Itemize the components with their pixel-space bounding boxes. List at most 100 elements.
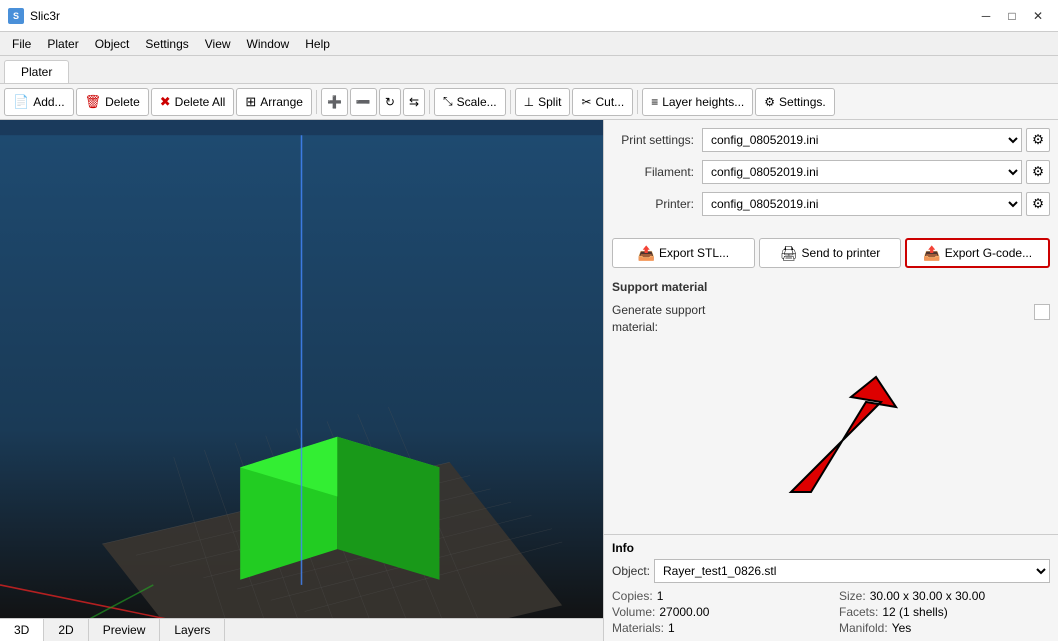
rotate-button[interactable]: ↻ — [379, 88, 401, 116]
send-to-printer-button[interactable]: 🖨 Send to printer — [759, 238, 902, 268]
info-volume-value: 27000.00 — [659, 605, 709, 619]
main-content: 3D 2D Preview Layers Print settings: con… — [0, 120, 1058, 641]
menu-object[interactable]: Object — [87, 35, 138, 53]
gear-icon-filament: ⚙ — [1032, 164, 1044, 180]
rotate2-icon: ⇆ — [409, 95, 419, 109]
info-manifold-row: Manifold: Yes — [839, 621, 1050, 635]
menu-plater[interactable]: Plater — [39, 35, 86, 53]
viewport-container[interactable]: 3D 2D Preview Layers — [0, 120, 603, 641]
settings-button[interactable]: ⚙ Settings. — [755, 88, 834, 116]
cut-icon: ✂ — [581, 95, 591, 109]
minimize-button[interactable]: ─ — [974, 6, 998, 26]
delete-all-icon: ✖ — [160, 94, 171, 110]
filament-dropdown: config_08052019.ini ⚙ — [702, 160, 1050, 184]
delete-button[interactable]: 🗑 Delete — [76, 88, 149, 116]
add-icon: 📄 — [13, 94, 29, 110]
arrange-button[interactable]: ⊞ Arrange — [236, 88, 312, 116]
filament-select[interactable]: config_08052019.ini — [702, 160, 1022, 184]
info-materials-label: Materials: — [612, 621, 664, 635]
export-stl-icon: 📤 — [638, 245, 655, 262]
export-stl-button[interactable]: 📤 Export STL... — [612, 238, 755, 268]
filament-row: Filament: config_08052019.ini ⚙ — [612, 160, 1050, 184]
rotate-icon: ↻ — [385, 95, 395, 109]
info-object-select[interactable]: Rayer_test1_0826.stl — [654, 559, 1050, 583]
tab-bar: Plater — [0, 56, 1058, 84]
viewport-tab-2d[interactable]: 2D — [44, 619, 88, 641]
generate-support-label: Generate supportmaterial: — [612, 302, 1034, 336]
scale-icon: ⤡ — [443, 94, 453, 109]
window-controls: ─ □ ✕ — [974, 6, 1050, 26]
layer-heights-button[interactable]: ≡ Layer heights... — [642, 88, 753, 116]
print-settings-dropdown: config_08052019.ini ⚙ — [702, 128, 1050, 152]
info-materials-value: 1 — [668, 621, 675, 635]
printer-row: Printer: config_08052019.ini ⚙ — [612, 192, 1050, 216]
info-facets-value: 12 (1 shells) — [882, 605, 947, 619]
layer-heights-icon: ≡ — [651, 95, 658, 109]
info-copies-row: Copies: 1 — [612, 589, 823, 603]
export-gcode-button[interactable]: 📤 Export G-code... — [905, 238, 1050, 268]
info-manifold-label: Manifold: — [839, 621, 888, 635]
info-section: Info Object: Rayer_test1_0826.stl Copies… — [604, 534, 1058, 641]
info-size-value: 30.00 x 30.00 x 30.00 — [870, 589, 985, 603]
menu-help[interactable]: Help — [297, 35, 338, 53]
printer-gear[interactable]: ⚙ — [1026, 192, 1050, 216]
app-icon: S — [8, 8, 24, 24]
info-copies-value: 1 — [657, 589, 664, 603]
toolbar-separator-3 — [510, 90, 511, 114]
tab-plater[interactable]: Plater — [4, 60, 69, 83]
right-panel: Print settings: config_08052019.ini ⚙ Fi… — [603, 120, 1058, 641]
info-volume-row: Volume: 27000.00 — [612, 605, 823, 619]
info-details: Copies: 1 Size: 30.00 x 30.00 x 30.00 Vo… — [612, 589, 1050, 635]
menu-bar: File Plater Object Settings View Window … — [0, 32, 1058, 56]
rotate2-button[interactable]: ⇆ — [403, 88, 425, 116]
settings-icon: ⚙ — [764, 95, 775, 109]
maximize-button[interactable]: □ — [1000, 6, 1024, 26]
export-gcode-icon: 📤 — [923, 245, 940, 262]
printer-dropdown: config_08052019.ini ⚙ — [702, 192, 1050, 216]
send-to-printer-label: Send to printer — [802, 246, 881, 260]
add-button[interactable]: 📄 Add... — [4, 88, 74, 116]
close-button[interactable]: ✕ — [1026, 6, 1050, 26]
decrease-button[interactable]: ➖ — [350, 88, 377, 116]
viewport-svg — [0, 120, 603, 641]
menu-view[interactable]: View — [197, 35, 239, 53]
filament-gear[interactable]: ⚙ — [1026, 160, 1050, 184]
info-manifold-value: Yes — [892, 621, 912, 635]
info-volume-label: Volume: — [612, 605, 655, 619]
info-copies-label: Copies: — [612, 589, 653, 603]
delete-all-button[interactable]: ✖ Delete All — [151, 88, 235, 116]
info-header: Info — [612, 541, 1050, 555]
title-bar: S Slic3r ─ □ ✕ — [0, 0, 1058, 32]
viewport-tab-layers[interactable]: Layers — [160, 619, 225, 641]
split-button[interactable]: ⊥ Split — [515, 88, 571, 116]
generate-support-checkbox[interactable] — [1034, 304, 1050, 320]
info-facets-label: Facets: — [839, 605, 878, 619]
increase-button[interactable]: ➕ — [321, 88, 348, 116]
support-material-row: Generate supportmaterial: — [604, 298, 1058, 340]
cut-button[interactable]: ✂ Cut... — [572, 88, 633, 116]
menu-settings[interactable]: Settings — [137, 35, 196, 53]
arrow-svg — [731, 372, 931, 502]
viewport-tab-3d[interactable]: 3D — [0, 619, 44, 641]
print-settings-select[interactable]: config_08052019.ini — [702, 128, 1022, 152]
printer-select[interactable]: config_08052019.ini — [702, 192, 1022, 216]
menu-window[interactable]: Window — [239, 35, 298, 53]
print-settings-gear[interactable]: ⚙ — [1026, 128, 1050, 152]
menu-file[interactable]: File — [4, 35, 39, 53]
info-object-row: Object: Rayer_test1_0826.stl — [612, 559, 1050, 583]
decrease-icon: ➖ — [356, 95, 371, 109]
export-stl-label: Export STL... — [659, 246, 729, 260]
export-gcode-label: Export G-code... — [945, 246, 1032, 260]
scale-button[interactable]: ⤡ Scale... — [434, 88, 506, 116]
info-materials-row: Materials: 1 — [612, 621, 823, 635]
toolbar-separator-2 — [429, 90, 430, 114]
arrow-annotation — [604, 340, 1058, 534]
viewport-tab-preview[interactable]: Preview — [89, 619, 161, 641]
increase-icon: ➕ — [327, 95, 342, 109]
info-size-row: Size: 30.00 x 30.00 x 30.00 — [839, 589, 1050, 603]
arrange-icon: ⊞ — [245, 94, 256, 110]
toolbar: 📄 Add... 🗑 Delete ✖ Delete All ⊞ Arrange… — [0, 84, 1058, 120]
settings-section: Print settings: config_08052019.ini ⚙ Fi… — [604, 120, 1058, 232]
printer-label: Printer: — [612, 197, 702, 211]
delete-icon: 🗑 — [85, 94, 102, 110]
